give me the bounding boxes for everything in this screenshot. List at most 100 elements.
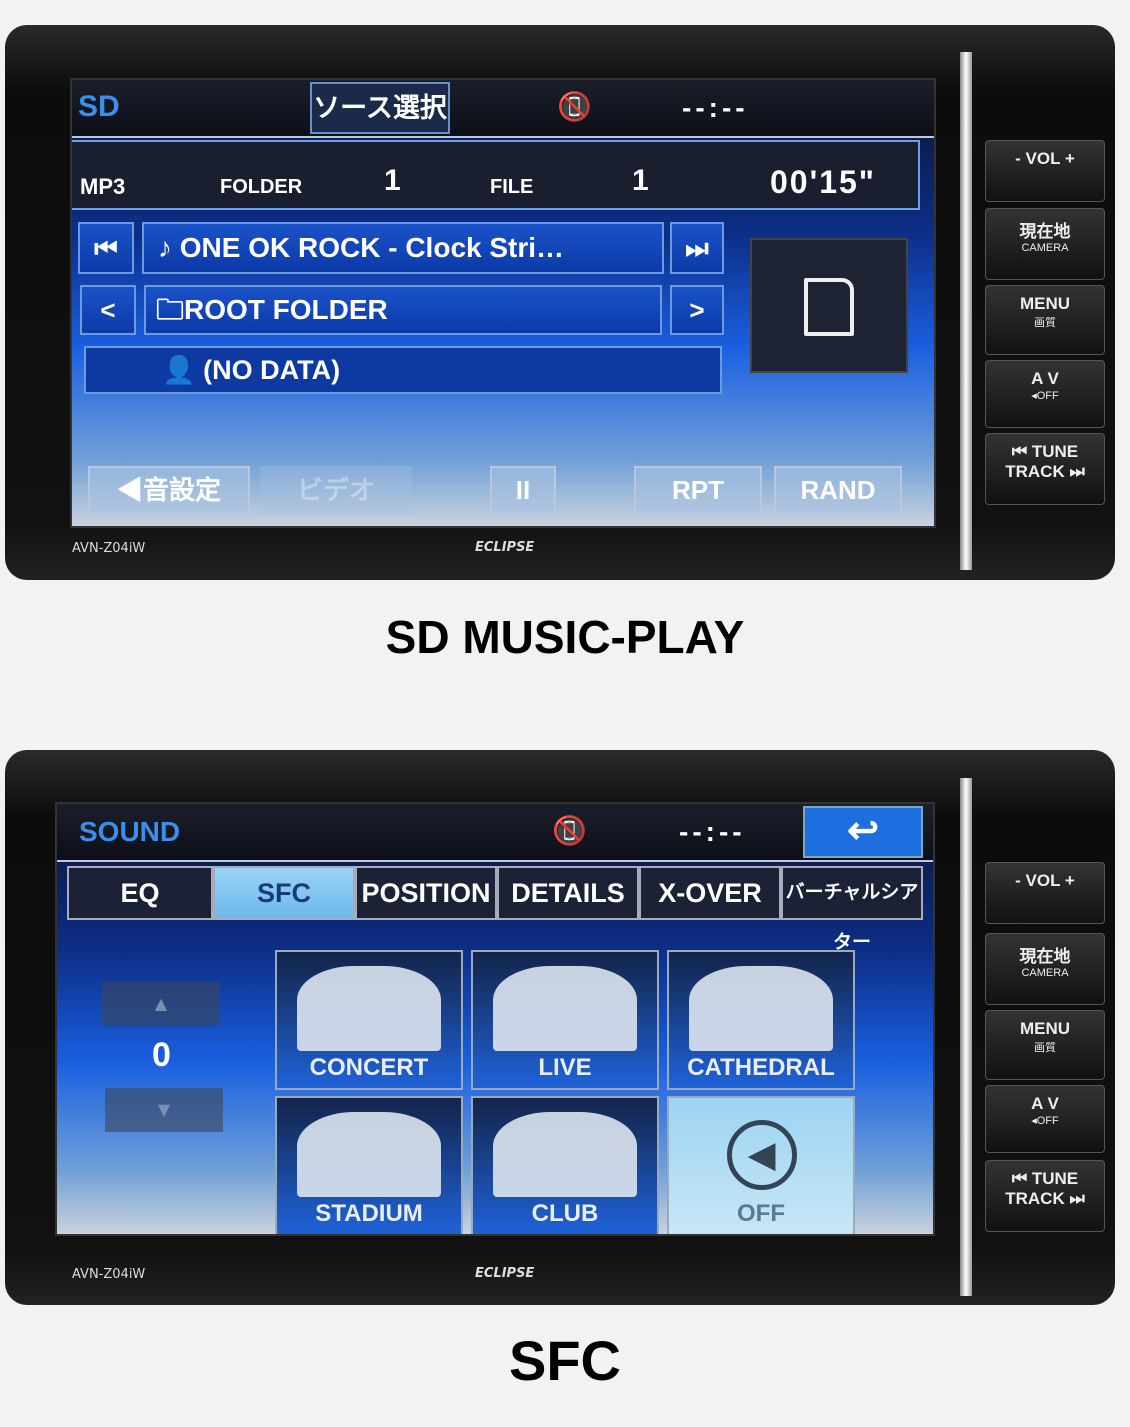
- sfc-mode-concert[interactable]: CONCERT: [275, 950, 463, 1090]
- sd-card-art: [750, 238, 908, 373]
- next-folder-button[interactable]: >: [670, 285, 724, 335]
- folder-number: 1: [384, 164, 401, 197]
- tab-details[interactable]: DETAILS: [497, 866, 639, 920]
- side-button-label: A V: [1031, 369, 1059, 388]
- side-button-label: ⏮ TUNE TRACK ⏭: [1005, 1169, 1085, 1208]
- side-button-label: 現在地: [1019, 222, 1071, 241]
- mute-speaker-icon: ◀: [727, 1120, 797, 1190]
- screen-title: SOUND: [79, 816, 181, 847]
- model-label: AVN-Z04iW: [72, 1267, 146, 1282]
- sd-card-icon: [804, 278, 854, 336]
- club-silhouette-icon: [493, 1112, 637, 1197]
- model-label: AVN-Z04iW: [72, 541, 146, 556]
- clock: --:--: [682, 92, 749, 123]
- music-note-icon: ♪: [158, 232, 180, 263]
- sd-music-screen: SD ソース選択 📵 --:-- MP3 FOLDER 1 FILE 1 00'…: [70, 78, 936, 528]
- top-bar: SOUND 📵 --:-- ↩: [57, 804, 933, 862]
- folder-label: FOLDER: [220, 176, 303, 198]
- side-button-label: 現在地: [1019, 947, 1071, 966]
- person-icon: 👤: [162, 355, 204, 385]
- tab-sfc[interactable]: SFC: [213, 866, 355, 920]
- cathedral-silhouette-icon: [689, 966, 833, 1051]
- side-button-sublabel: ◂OFF: [1031, 1115, 1059, 1127]
- brand-logo: ECLIPSE: [475, 540, 535, 555]
- back-button[interactable]: ↩: [803, 806, 923, 858]
- sfc-mode-club[interactable]: CLUB: [471, 1096, 659, 1234]
- av-button[interactable]: A V ◂OFF: [985, 1085, 1105, 1153]
- concert-silhouette-icon: [297, 966, 441, 1051]
- current-location-button[interactable]: 現在地 CAMERA: [985, 208, 1105, 280]
- sfc-mode-stadium[interactable]: STADIUM: [275, 1096, 463, 1234]
- artist-row: 👤 (NO DATA): [84, 346, 722, 394]
- side-button-label: - VOL +: [1015, 871, 1075, 890]
- caption-sd-music-play: SD MUSIC-PLAY: [385, 611, 745, 663]
- folder-name: 🗀ROOT FOLDER: [144, 285, 662, 335]
- side-button-label: MENU: [1019, 294, 1071, 313]
- format-label: MP3: [80, 174, 126, 199]
- track-title-text: ONE OK ROCK - Clock Stri…: [179, 232, 565, 263]
- repeat-button[interactable]: RPT: [634, 466, 762, 514]
- sfc-mode-cathedral[interactable]: CATHEDRAL: [667, 950, 855, 1090]
- av-button[interactable]: A V ◂OFF: [985, 360, 1105, 428]
- folder-name-text: ROOT FOLDER: [184, 294, 388, 325]
- side-button-label: MENU: [1019, 1019, 1071, 1038]
- sound-sfc-screen: SOUND 📵 --:-- ↩ EQ SFC POSITION DETAILS X-OV…: [55, 802, 935, 1236]
- level-down-button[interactable]: ▼: [105, 1088, 223, 1132]
- tune-track-button[interactable]: ⏮ TUNE TRACK ⏭: [985, 1160, 1105, 1232]
- sfc-mode-live[interactable]: LIVE: [471, 950, 659, 1090]
- previous-track-button[interactable]: ⏮: [78, 222, 134, 274]
- pause-button[interactable]: II: [490, 466, 556, 514]
- chrome-trim: [960, 778, 972, 1296]
- sfc-mode-label: CATHEDRAL: [687, 1054, 835, 1081]
- track-title: ♪ ONE OK ROCK - Clock Stri…: [142, 222, 664, 274]
- source-select-button[interactable]: ソース選択: [310, 82, 450, 134]
- previous-folder-button[interactable]: <: [80, 285, 136, 335]
- tab-position[interactable]: POSITION: [355, 866, 497, 920]
- tab-バーチャルシアター[interactable]: バーチャルシアター: [781, 866, 923, 953]
- next-track-button[interactable]: ⏭: [670, 222, 724, 274]
- tab-eq[interactable]: EQ: [67, 866, 213, 920]
- volume-button[interactable]: - VOL +: [985, 140, 1105, 202]
- source-label: SD: [78, 90, 120, 123]
- volume-button[interactable]: - VOL +: [985, 862, 1105, 924]
- phone-disconnected-icon: 📵: [557, 90, 592, 123]
- side-button-sublabel: 画質: [1034, 1042, 1056, 1054]
- random-button[interactable]: RAND: [774, 466, 902, 514]
- chrome-trim: [960, 52, 972, 570]
- sfc-mode-label: OFF: [737, 1200, 785, 1227]
- sfc-mode-label: STADIUM: [315, 1200, 423, 1227]
- sound-settings-label: 音設定: [143, 475, 222, 505]
- side-button-label: ⏮ TUNE TRACK ⏭: [1005, 442, 1085, 481]
- artist-text: (NO DATA): [203, 355, 341, 385]
- phone-disconnected-icon: 📵: [552, 814, 587, 847]
- elapsed-time: 00'15": [770, 164, 876, 200]
- sfc-mode-label: CLUB: [531, 1200, 599, 1227]
- track-info-bar: MP3 FOLDER 1 FILE 1 00'15": [72, 140, 920, 210]
- back-arrow-icon: ↩: [847, 810, 879, 852]
- sfc-mode-off[interactable]: ◀ OFF: [667, 1096, 855, 1234]
- stadium-silhouette-icon: [297, 1112, 441, 1197]
- side-button-sublabel: 画質: [1034, 317, 1056, 329]
- folder-icon: 🗀: [156, 294, 185, 325]
- menu-button[interactable]: MENU 画質: [985, 285, 1105, 355]
- clock: --:--: [679, 816, 746, 847]
- tune-track-button[interactable]: ⏮ TUNE TRACK ⏭: [985, 433, 1105, 505]
- speaker-icon: ◀: [116, 475, 143, 505]
- side-button-sublabel: ◂OFF: [1031, 390, 1059, 402]
- sfc-mode-label: LIVE: [538, 1054, 592, 1081]
- live-silhouette-icon: [493, 966, 637, 1051]
- menu-button[interactable]: MENU 画質: [985, 1010, 1105, 1080]
- side-button-sublabel: CAMERA: [1021, 967, 1069, 979]
- current-location-button[interactable]: 現在地 CAMERA: [985, 933, 1105, 1005]
- level-value: 0: [152, 1036, 171, 1074]
- sfc-mode-label: CONCERT: [309, 1054, 429, 1081]
- side-button-label: - VOL +: [1015, 149, 1075, 168]
- side-button-sublabel: CAMERA: [1021, 242, 1069, 254]
- sound-settings-button[interactable]: ◀音設定: [88, 466, 250, 514]
- brand-logo: ECLIPSE: [475, 1266, 535, 1281]
- tab-x-over[interactable]: X-OVER: [639, 866, 781, 920]
- caption-sfc: SFC: [509, 1329, 621, 1392]
- file-label: FILE: [490, 176, 534, 198]
- level-up-button[interactable]: ▲: [102, 982, 220, 1026]
- video-button[interactable]: ビデオ: [260, 466, 412, 514]
